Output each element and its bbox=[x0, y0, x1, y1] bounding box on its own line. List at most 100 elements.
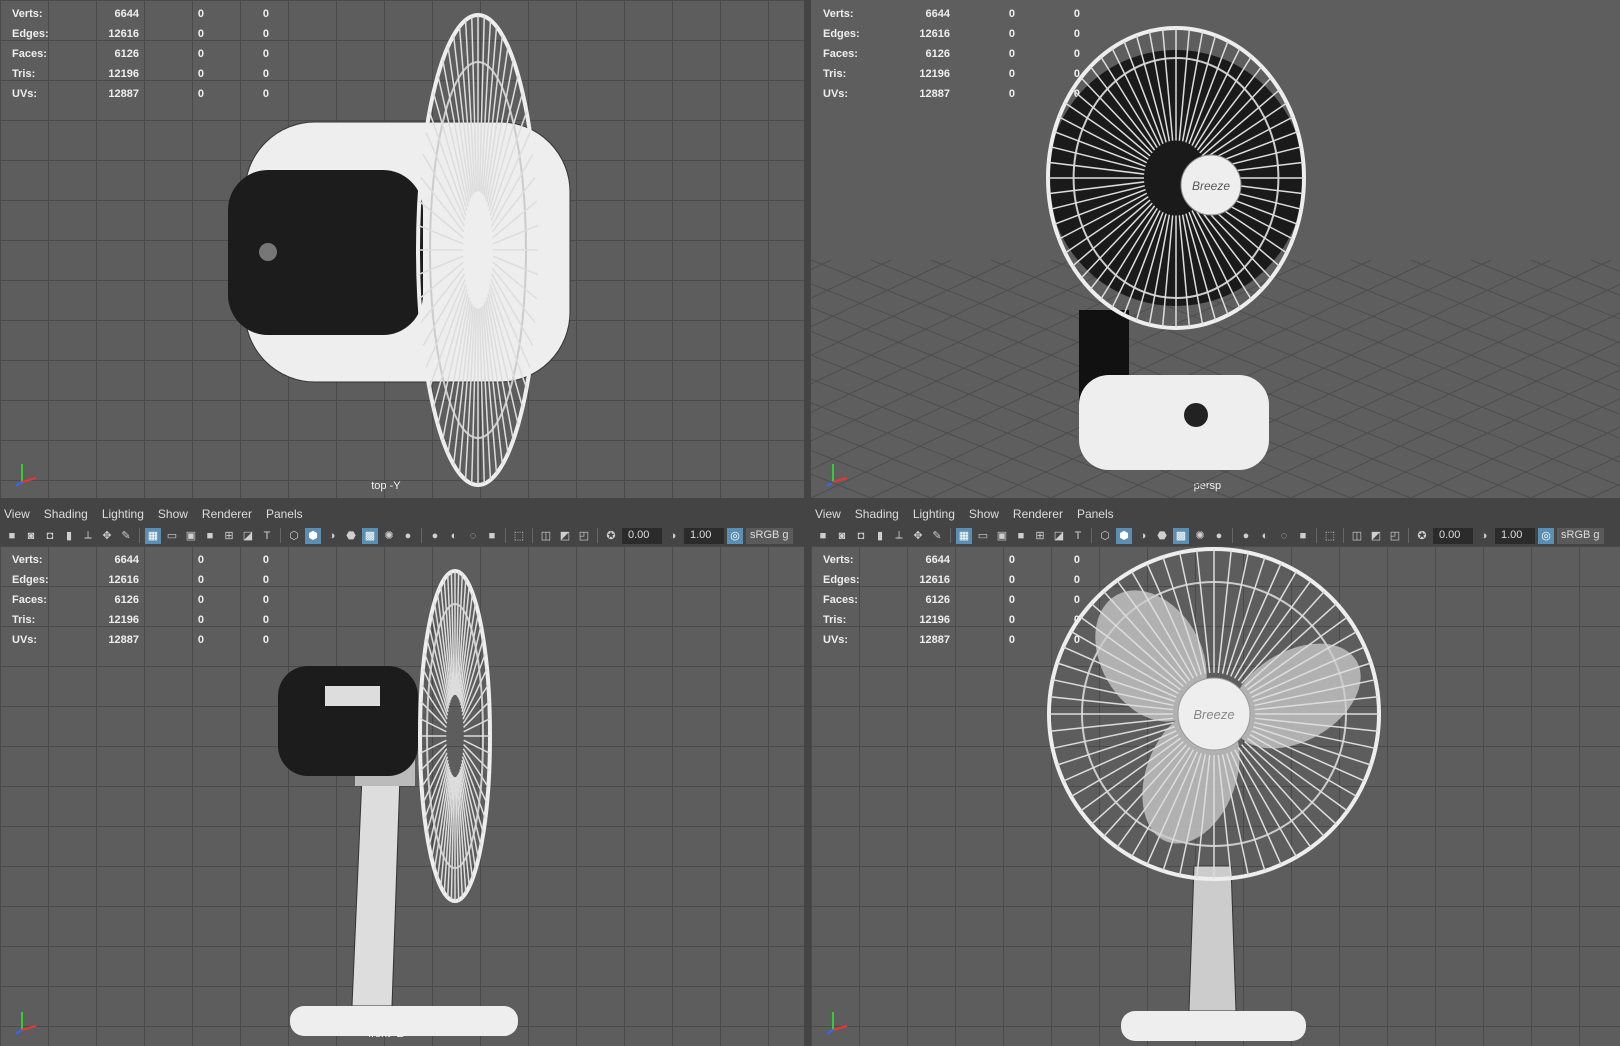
exposure-icon[interactable]: ✪ bbox=[603, 528, 619, 544]
gamma-icon[interactable]: ◑ bbox=[1476, 528, 1492, 544]
exposure-field[interactable]: 0.00 bbox=[622, 527, 662, 544]
snapshot-icon[interactable]: ◰ bbox=[1387, 528, 1403, 544]
panel-toolbar: ■ ◙ ◘ ▮ ⟂ ✥ ✎ ▦ ▭ ▣ ■ ⊞ ◪ T ⬡ ⬢ ◑ ⬣ ▩ ✺ ● ● ◐ ◌ ■ ⬚ ◫ ◩ ◰ ✪ 0.00 ◑ 1.00 ◎… bbox=[0, 525, 804, 546]
hud-icon[interactable]: ◩ bbox=[1368, 528, 1384, 544]
motion-blur-icon[interactable]: ◐ bbox=[1257, 528, 1273, 544]
gamma-field[interactable]: 1.00 bbox=[684, 527, 724, 544]
menu-show[interactable]: Show bbox=[158, 507, 196, 521]
smooth-shade-icon[interactable]: ⬢ bbox=[1116, 527, 1132, 544]
menu-panels[interactable]: Panels bbox=[1077, 507, 1122, 521]
use-lights-icon[interactable]: ✺ bbox=[381, 528, 397, 544]
menu-lighting[interactable]: Lighting bbox=[913, 507, 963, 521]
toolbar-separator bbox=[139, 528, 140, 543]
safe-action-icon[interactable]: ◪ bbox=[1051, 528, 1067, 544]
motion-blur-icon[interactable]: ◐ bbox=[446, 528, 462, 544]
resolution-gate-icon[interactable]: ▣ bbox=[183, 528, 199, 544]
shadows-icon[interactable]: ● bbox=[1211, 528, 1227, 544]
menu-view[interactable]: View bbox=[4, 507, 38, 521]
default-material-icon[interactable]: ◑ bbox=[324, 528, 340, 544]
safe-title-icon[interactable]: T bbox=[1070, 528, 1086, 544]
menu-shading[interactable]: Shading bbox=[855, 507, 907, 521]
depth-of-field-icon[interactable]: ■ bbox=[484, 528, 500, 544]
field-chart-icon[interactable]: ⊞ bbox=[1032, 528, 1048, 544]
camera-attributes-icon[interactable]: ◘ bbox=[853, 528, 869, 544]
viewport-pane-top-left[interactable]: Verts: 6644 0 0 Edges: 12616 0 0 Faces: 6126 0 0 Tri… bbox=[0, 0, 804, 502]
color-management-icon[interactable]: ◎ bbox=[1538, 527, 1554, 544]
image-plane-toggle-icon[interactable]: ◫ bbox=[538, 528, 554, 544]
grease-pencil-icon[interactable]: ✎ bbox=[929, 528, 945, 544]
toolbar-separator bbox=[1408, 528, 1409, 543]
camera-lock-icon[interactable]: ◙ bbox=[23, 528, 39, 544]
viewport-pane-bottom-left[interactable]: Verts: 6644 0 0 Edges: 12616 0 0 Faces: 6126 0 0 Tri… bbox=[0, 503, 804, 1046]
viewport-pane-top-right[interactable]: Verts: 6644 0 0 Edges: 12616 0 0 Faces: 6126 0 0 Tri… bbox=[811, 0, 1620, 502]
menu-shading[interactable]: Shading bbox=[44, 507, 96, 521]
menu-panels[interactable]: Panels bbox=[266, 507, 311, 521]
bookmark-icon[interactable]: ▮ bbox=[872, 528, 888, 544]
use-lights-icon[interactable]: ✺ bbox=[1192, 528, 1208, 544]
grease-pencil-icon[interactable]: ✎ bbox=[118, 528, 134, 544]
fan-model-top bbox=[228, 13, 571, 487]
camera-icon[interactable]: ■ bbox=[815, 528, 831, 544]
isolate-select-icon[interactable]: ⬚ bbox=[511, 528, 527, 544]
grid-2d-pan-icon[interactable]: ✥ bbox=[910, 528, 926, 544]
menu-view[interactable]: View bbox=[815, 507, 849, 521]
wireframe-icon[interactable]: ⬡ bbox=[1097, 528, 1113, 544]
camera-attributes-icon[interactable]: ◘ bbox=[42, 528, 58, 544]
safe-title-icon[interactable]: T bbox=[259, 528, 275, 544]
viewport-top[interactable]: Verts: 6644 0 0 Edges: 12616 0 0 Faces: 6126 0 0 Tri… bbox=[0, 0, 804, 498]
camera-lock-icon[interactable]: ◙ bbox=[834, 528, 850, 544]
fan-model-front bbox=[278, 569, 518, 1036]
grid-2d-pan-icon[interactable]: ✥ bbox=[99, 528, 115, 544]
viewport-persp[interactable]: Verts: 6644 0 0 Edges: 12616 0 0 Faces: 6126 0 0 Tri… bbox=[811, 0, 1620, 498]
image-plane-icon[interactable]: ⟂ bbox=[891, 528, 907, 544]
toolbar-separator bbox=[597, 528, 598, 543]
field-chart-icon[interactable]: ⊞ bbox=[221, 528, 237, 544]
bookmark-icon[interactable]: ▮ bbox=[61, 528, 77, 544]
gate-mask-icon[interactable]: ■ bbox=[202, 528, 218, 544]
xray-icon[interactable]: ▩ bbox=[362, 527, 378, 544]
gamma-icon[interactable]: ◑ bbox=[665, 528, 681, 544]
default-material-icon[interactable]: ◑ bbox=[1135, 528, 1151, 544]
smooth-shade-icon[interactable]: ⬢ bbox=[305, 527, 321, 544]
menu-renderer[interactable]: Renderer bbox=[1013, 507, 1071, 521]
resolution-gate-icon[interactable]: ▣ bbox=[994, 528, 1010, 544]
xray-icon[interactable]: ▩ bbox=[1173, 527, 1189, 544]
anti-alias-icon[interactable]: ◌ bbox=[1276, 528, 1292, 544]
exposure-icon[interactable]: ✪ bbox=[1414, 528, 1430, 544]
viewport-side[interactable]: Verts: 6644 0 0 Edges: 12616 0 0 Faces: 6126 0 0 Tri… bbox=[811, 546, 1620, 1046]
viewport-front[interactable]: Verts: 6644 0 0 Edges: 12616 0 0 Faces: 6126 0 0 Tri… bbox=[0, 546, 804, 1046]
safe-action-icon[interactable]: ◪ bbox=[240, 528, 256, 544]
menu-show[interactable]: Show bbox=[969, 507, 1007, 521]
film-gate-icon[interactable]: ▭ bbox=[975, 528, 991, 544]
depth-of-field-icon[interactable]: ■ bbox=[1295, 528, 1311, 544]
menu-renderer[interactable]: Renderer bbox=[202, 507, 260, 521]
film-gate-icon[interactable]: ▭ bbox=[164, 528, 180, 544]
menu-lighting[interactable]: Lighting bbox=[102, 507, 152, 521]
wireframe-on-shaded-icon[interactable]: ⬣ bbox=[1154, 528, 1170, 544]
exposure-field[interactable]: 0.00 bbox=[1433, 527, 1473, 544]
snapshot-icon[interactable]: ◰ bbox=[576, 528, 592, 544]
ambient-occlusion-icon[interactable]: ● bbox=[427, 528, 443, 544]
anti-alias-icon[interactable]: ◌ bbox=[465, 528, 481, 544]
colorspace-dropdown[interactable]: sRGB g bbox=[1557, 527, 1604, 544]
gamma-field[interactable]: 1.00 bbox=[1495, 527, 1535, 544]
fan-model-side: Breeze bbox=[1047, 547, 1381, 1041]
camera-icon[interactable]: ■ bbox=[4, 528, 20, 544]
image-plane-icon[interactable]: ⟂ bbox=[80, 528, 96, 544]
viewport-pane-bottom-right[interactable]: Verts: 6644 0 0 Edges: 12616 0 0 Faces: 6126 0 0 Tri… bbox=[811, 503, 1620, 1046]
colorspace-dropdown[interactable]: sRGB g bbox=[746, 527, 793, 544]
hud-icon[interactable]: ◩ bbox=[557, 528, 573, 544]
grid-icon[interactable]: ▦ bbox=[956, 527, 972, 544]
color-management-icon[interactable]: ◎ bbox=[727, 527, 743, 544]
image-plane-toggle-icon[interactable]: ◫ bbox=[1349, 528, 1365, 544]
gate-mask-icon[interactable]: ■ bbox=[1013, 528, 1029, 544]
toolbar-separator bbox=[505, 528, 506, 543]
wireframe-icon[interactable]: ⬡ bbox=[286, 528, 302, 544]
wireframe-on-shaded-icon[interactable]: ⬣ bbox=[343, 528, 359, 544]
ambient-occlusion-icon[interactable]: ● bbox=[1238, 528, 1254, 544]
panel-menu-bar: View Shading Lighting Show Renderer Panels bbox=[0, 503, 804, 525]
toolbar-separator bbox=[1232, 528, 1233, 543]
shadows-icon[interactable]: ● bbox=[400, 528, 416, 544]
isolate-select-icon[interactable]: ⬚ bbox=[1322, 528, 1338, 544]
grid-icon[interactable]: ▦ bbox=[145, 527, 161, 544]
